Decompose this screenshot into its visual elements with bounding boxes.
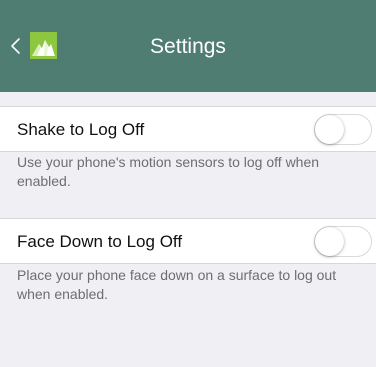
shake-to-log-off-toggle[interactable]	[314, 114, 372, 145]
face-down-to-log-off-toggle[interactable]	[314, 226, 372, 257]
setting-description: Use your phone's motion sensors to log o…	[17, 154, 320, 189]
setting-label: Shake to Log Off	[17, 120, 145, 139]
toggle-knob	[315, 115, 344, 144]
setting-row-face-down-to-log-off: Face Down to Log Off	[0, 218, 376, 264]
page-title: Settings	[150, 35, 226, 58]
setting-row-shake-to-log-off: Shake to Log Off	[0, 106, 376, 152]
setting-description: Place your phone face down on a surface …	[17, 267, 337, 302]
setting-label: Face Down to Log Off	[17, 232, 183, 251]
navigation-bar: Settings	[0, 0, 376, 92]
toggle-knob	[315, 227, 344, 256]
